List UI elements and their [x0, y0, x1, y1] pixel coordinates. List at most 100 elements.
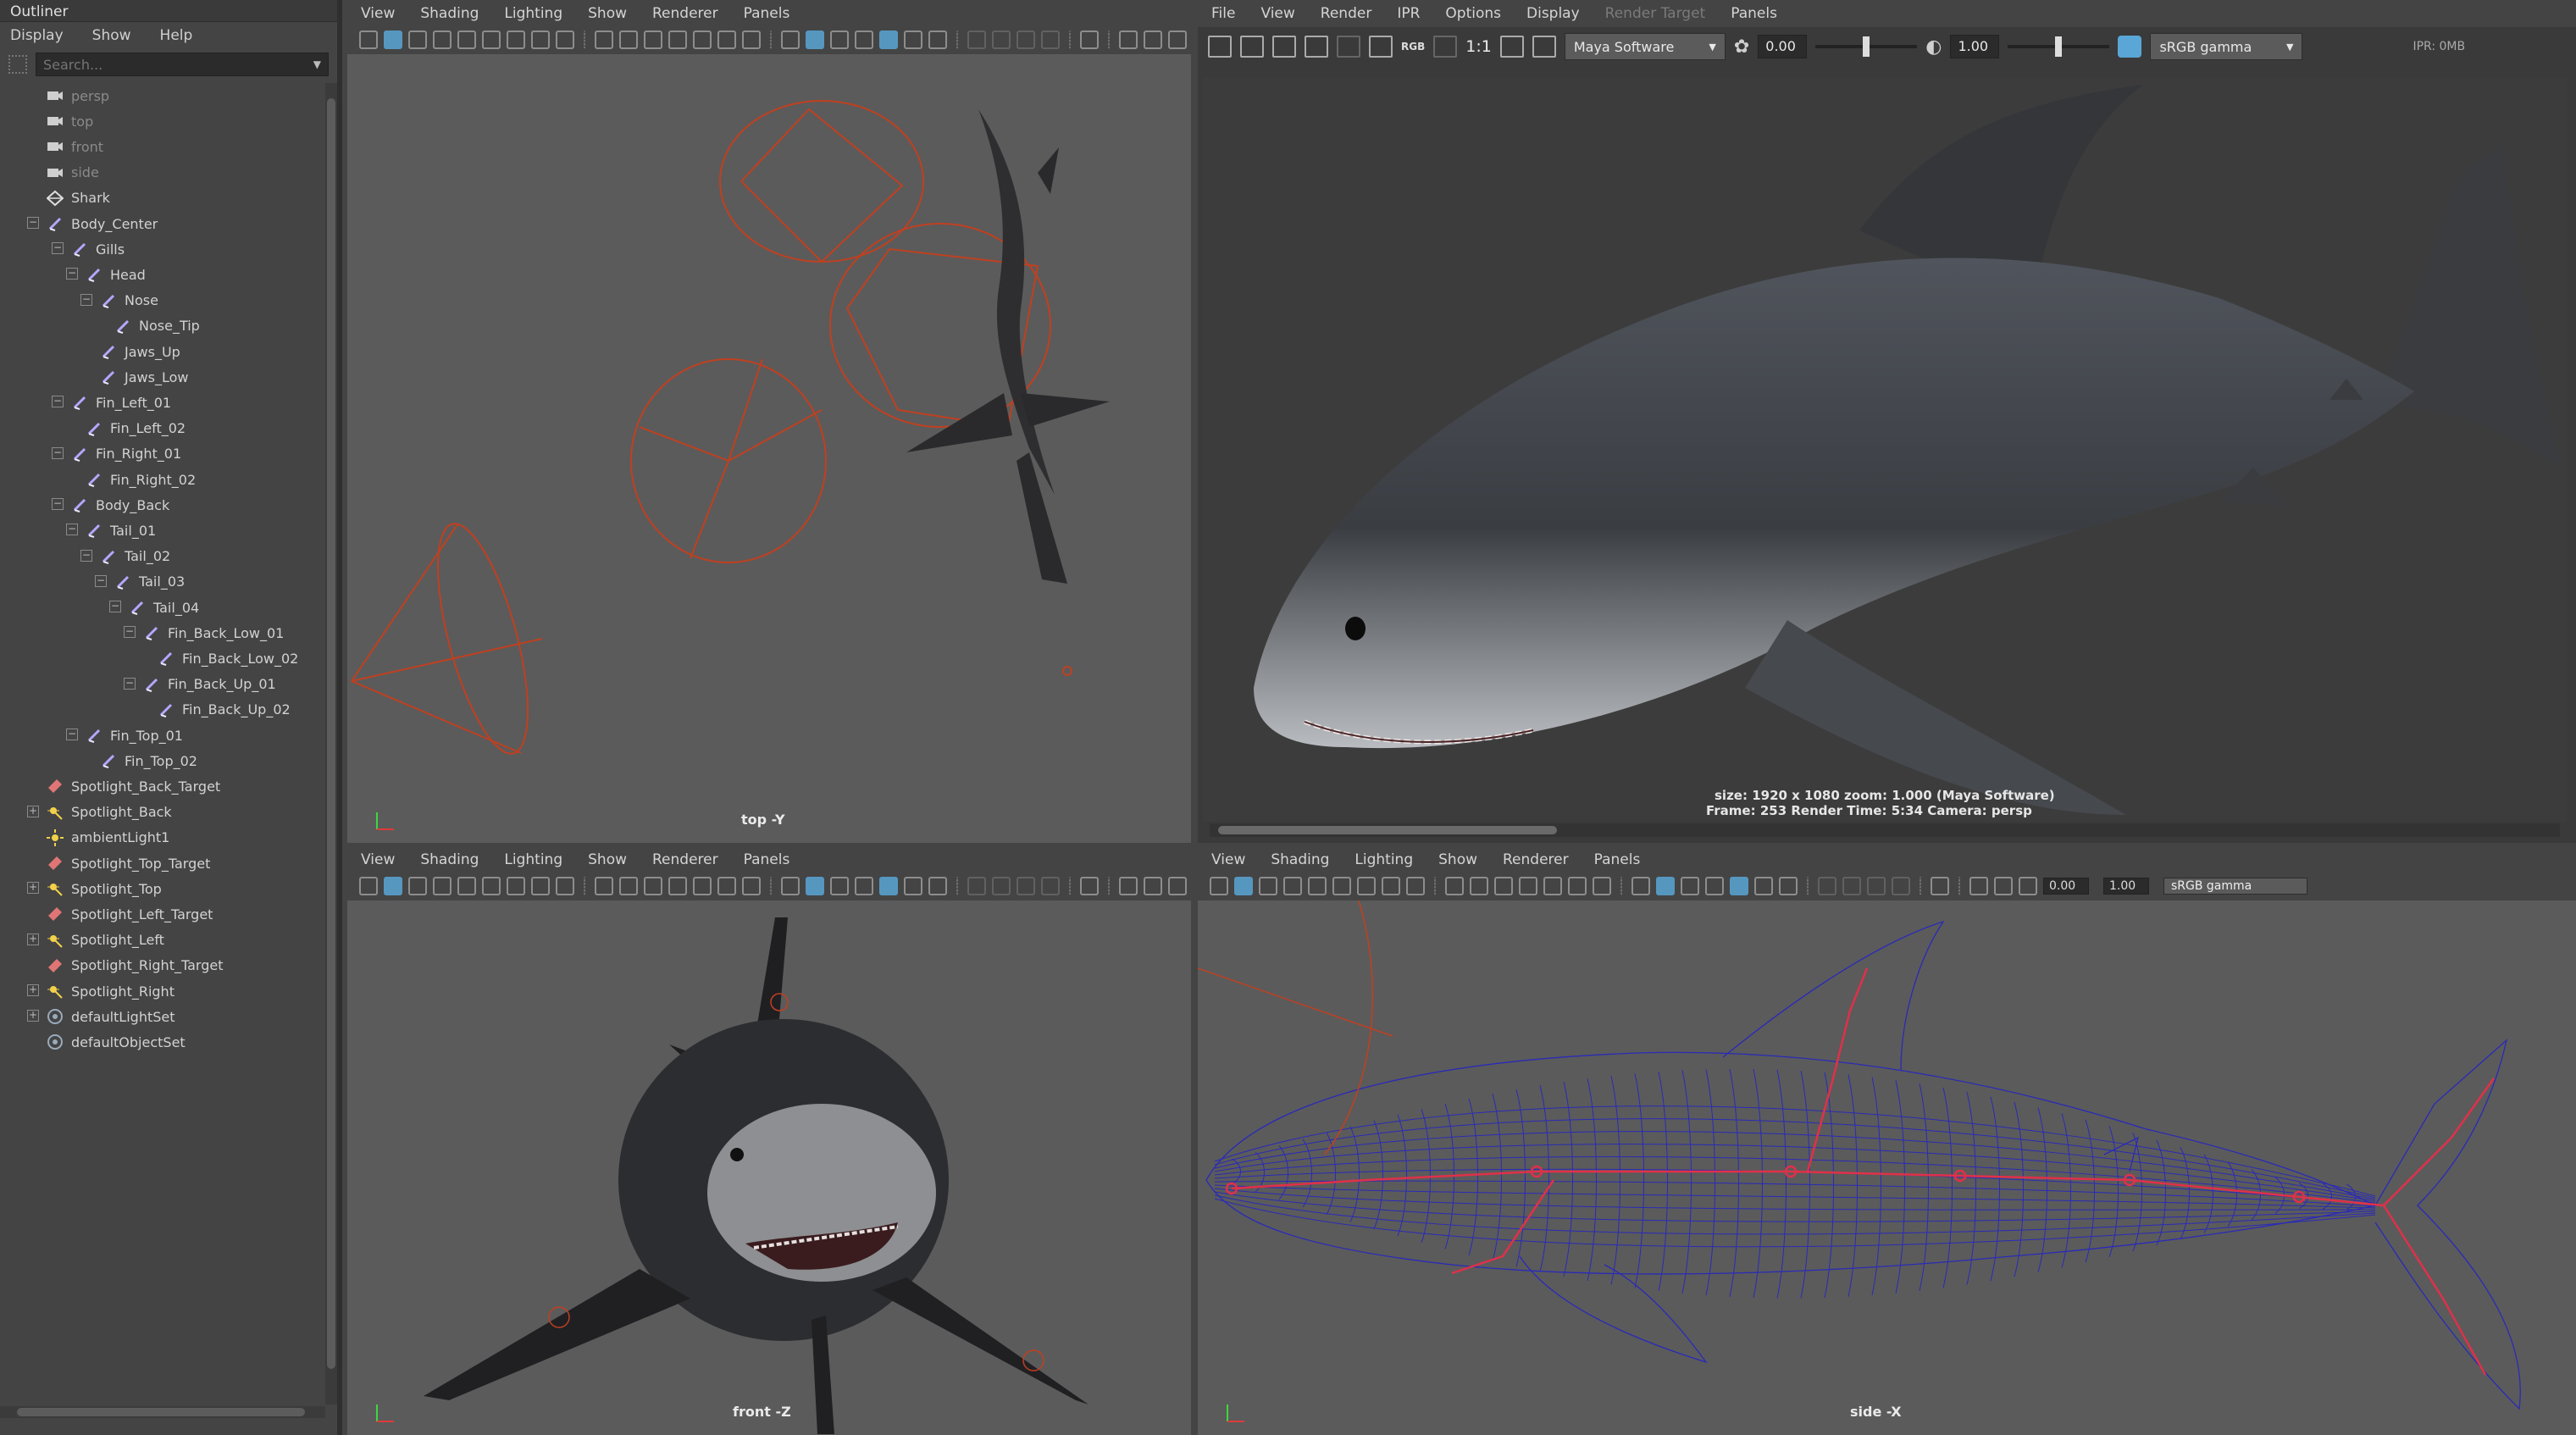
expand-toggle-icon[interactable]: − — [27, 217, 39, 229]
outliner-item[interactable]: Spotlight_Left — [46, 928, 164, 953]
outliner-item[interactable]: Jaws_Low — [99, 364, 188, 390]
toolbar-button-icon[interactable] — [556, 30, 574, 49]
toolbar-button-icon[interactable] — [457, 30, 476, 49]
joint-chain[interactable] — [1225, 967, 2496, 1376]
toolbar-button-icon[interactable] — [433, 877, 451, 895]
toolbar-button-icon[interactable] — [879, 30, 898, 49]
expand-toggle-icon[interactable]: − — [52, 242, 64, 255]
toolbar-button-icon[interactable] — [644, 30, 662, 49]
menu-show[interactable]: Show — [1438, 851, 1477, 868]
expand-toggle-icon[interactable]: + — [27, 805, 39, 817]
outliner-item[interactable]: Fin_Back_Up_01 — [142, 672, 276, 697]
toolbar-button-icon[interactable] — [556, 877, 574, 895]
expand-toggle-icon[interactable]: − — [66, 524, 78, 536]
toolbar-button-icon[interactable] — [806, 30, 824, 49]
toolbar-button-icon[interactable] — [806, 877, 824, 895]
toolbar-button-icon[interactable] — [1382, 877, 1400, 895]
expand-toggle-icon[interactable]: + — [27, 933, 39, 945]
toolbar-button-icon[interactable] — [1259, 877, 1277, 895]
outliner-item[interactable]: Jaws_Up — [99, 339, 180, 364]
toolbar-button-icon[interactable] — [693, 30, 712, 49]
expand-toggle-icon[interactable]: − — [52, 446, 64, 459]
outliner-item[interactable]: Tail_03 — [114, 569, 185, 595]
toolbar-button-icon[interactable] — [1681, 877, 1699, 895]
exposure-field[interactable]: 0.00 — [1758, 35, 1808, 58]
toolbar-button-icon[interactable] — [1168, 877, 1187, 895]
toolbar-button-icon[interactable] — [359, 877, 378, 895]
outliner-item[interactable]: Spotlight_Right_Target — [46, 953, 223, 978]
outliner-item[interactable]: Nose — [99, 288, 158, 313]
menu-display[interactable]: Display — [1526, 5, 1580, 22]
toolbar-button-icon[interactable] — [781, 877, 800, 895]
outliner-item[interactable]: Body_Center — [46, 211, 158, 236]
menu-show[interactable]: Show — [92, 27, 131, 44]
toolbar-button-icon[interactable] — [1730, 877, 1748, 895]
menu-show[interactable]: Show — [588, 5, 627, 22]
outliner-item[interactable]: Spotlight_Back_Target — [46, 773, 220, 799]
toolbar-button-icon[interactable] — [992, 30, 1011, 49]
render-region-icon[interactable] — [1240, 36, 1264, 58]
toolbar-button-icon[interactable] — [1144, 30, 1162, 49]
toolbar-button-icon[interactable] — [595, 30, 613, 49]
menu-lighting[interactable]: Lighting — [504, 851, 562, 868]
expand-toggle-icon[interactable]: − — [124, 677, 136, 690]
toolbar-button-icon[interactable] — [693, 877, 712, 895]
outliner-item[interactable]: Head — [85, 262, 146, 287]
menu-view[interactable]: View — [1260, 5, 1294, 22]
outliner-item[interactable]: Fin_Left_01 — [70, 390, 171, 415]
menu-display[interactable]: Display — [10, 27, 64, 44]
outliner-item[interactable]: Fin_Back_Up_02 — [157, 697, 291, 723]
render-frame-icon[interactable] — [1208, 36, 1232, 58]
outliner-item[interactable]: Fin_Back_Low_02 — [157, 645, 298, 671]
toolbar-button-icon[interactable] — [595, 877, 613, 895]
render-horizontal-scrollbar[interactable] — [1210, 823, 2560, 837]
toolbar-button-icon[interactable] — [384, 877, 402, 895]
menu-help[interactable]: Help — [160, 27, 193, 44]
display-mode-icon[interactable] — [1499, 36, 1524, 58]
outliner-item[interactable]: Spotlight_Top_Target — [46, 850, 210, 876]
render-image[interactable]: size: 1920 x 1080 zoom: 1.000 (Maya Soft… — [1203, 78, 2567, 822]
color-management-icon[interactable] — [2118, 36, 2142, 58]
menu-lighting[interactable]: Lighting — [1354, 851, 1413, 868]
toolbar-button-icon[interactable] — [1705, 877, 1724, 895]
outliner-item[interactable]: side — [46, 160, 99, 186]
outliner-item[interactable]: Fin_Back_Low_01 — [142, 620, 284, 645]
outliner-item[interactable]: Spotlight_Left_Target — [46, 901, 213, 927]
rgb-channel-icon[interactable]: RGB — [1401, 41, 1425, 53]
toolbar-button-icon[interactable] — [904, 30, 922, 49]
gamma-slider[interactable] — [2008, 36, 2110, 57]
shark-model-front[interactable] — [424, 917, 1089, 1434]
toolbar-button-icon[interactable] — [482, 30, 501, 49]
color-space-select[interactable]: sRGB gamma — [2163, 878, 2307, 895]
outliner-item[interactable]: front — [46, 134, 103, 159]
toolbar-button-icon[interactable] — [1017, 30, 1035, 49]
menu-shading[interactable]: Shading — [420, 851, 479, 868]
expand-toggle-icon[interactable]: − — [109, 601, 121, 612]
outliner-horizontal-scrollbar[interactable] — [0, 1406, 325, 1418]
toolbar-button-icon[interactable] — [408, 30, 427, 49]
menu-shading[interactable]: Shading — [420, 5, 479, 22]
outliner-item[interactable]: Fin_Left_02 — [85, 416, 186, 441]
toolbar-button-icon[interactable] — [855, 30, 873, 49]
toolbar-button-icon[interactable] — [668, 877, 687, 895]
toolbar-button-icon[interactable] — [1210, 877, 1228, 895]
viewport-canvas[interactable]: side -X — [1198, 900, 2576, 1435]
outliner-item[interactable]: ambientLight1 — [46, 825, 169, 850]
menu-panels[interactable]: Panels — [744, 5, 790, 22]
toolbar-button-icon[interactable] — [384, 30, 402, 49]
toolbar-button-icon[interactable] — [1080, 877, 1099, 895]
toolbar-button-icon[interactable] — [408, 877, 427, 895]
outliner-item[interactable]: Fin_Top_02 — [99, 748, 197, 773]
toolbar-button-icon[interactable] — [1080, 30, 1099, 49]
snapshot-icon[interactable] — [1272, 36, 1296, 58]
toolbar-button-icon[interactable] — [1631, 877, 1650, 895]
outliner-item[interactable]: Spotlight_Right — [46, 978, 175, 1004]
ratio-button[interactable]: 1:1 — [1465, 37, 1492, 56]
expand-toggle-icon[interactable]: − — [80, 293, 92, 306]
keep-image-icon[interactable] — [1532, 36, 1556, 58]
chevron-down-icon[interactable]: ▼ — [313, 58, 321, 70]
toolbar-button-icon[interactable] — [1568, 877, 1587, 895]
outliner-item[interactable]: Fin_Right_02 — [85, 467, 196, 492]
gamma-field[interactable]: 1.00 — [1950, 35, 2000, 58]
outliner-item[interactable]: Shark — [46, 186, 110, 211]
